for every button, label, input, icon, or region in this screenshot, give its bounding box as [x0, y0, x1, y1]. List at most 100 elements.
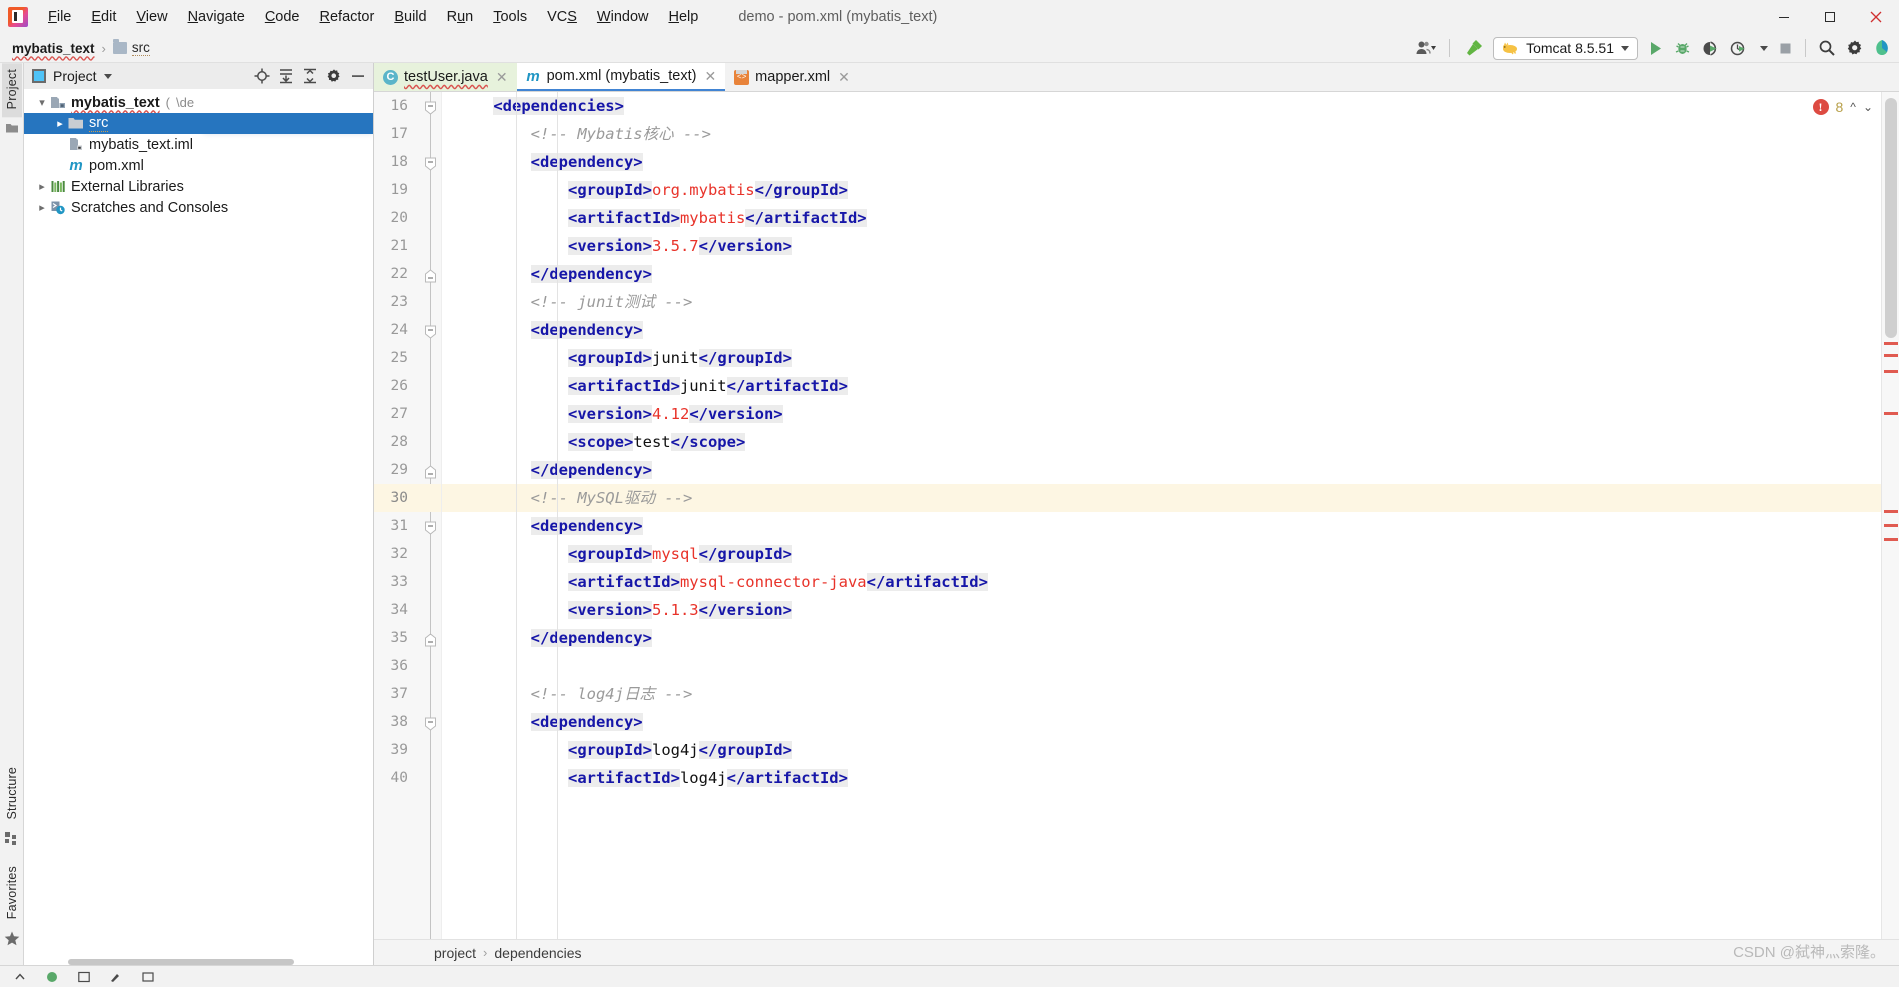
chevron-right-icon[interactable]: ▸	[34, 180, 50, 193]
status-bar-item-1[interactable]	[4, 971, 36, 983]
fold-collapse-icon[interactable]	[424, 324, 437, 337]
fold-region-end-icon[interactable]	[424, 268, 437, 281]
editor-gutter[interactable]: 1617181920212223242526272829303132333435…	[374, 92, 442, 939]
dropdown-button[interactable]	[1755, 35, 1773, 61]
avatar[interactable]	[1869, 35, 1895, 61]
run-button[interactable]	[1642, 35, 1669, 61]
menu-run[interactable]: Run	[437, 5, 484, 29]
gutter-row[interactable]: 28	[374, 428, 441, 456]
code-editor[interactable]: <dependencies> <!-- Mybatis核心 --> <depen…	[442, 92, 1899, 939]
code-line[interactable]: <artifactId>log4j</artifactId>	[442, 764, 1899, 792]
maximize-button[interactable]	[1807, 0, 1853, 34]
breadcrumb-item-project[interactable]: project	[434, 945, 476, 961]
gutter-row[interactable]: 25	[374, 344, 441, 372]
stop-button[interactable]	[1773, 35, 1798, 61]
menu-tools[interactable]: Tools	[483, 5, 537, 29]
inspection-status-panel[interactable]: ! 8 ^ ⌄	[1803, 97, 1882, 117]
gutter-row[interactable]: 26	[374, 372, 441, 400]
code-line[interactable]: <groupId>org.mybatis</groupId>	[442, 176, 1899, 204]
code-line[interactable]: <dependency>	[442, 708, 1899, 736]
gutter-row[interactable]: 40	[374, 764, 441, 792]
fold-collapse-icon[interactable]	[424, 716, 437, 729]
menu-code[interactable]: Code	[255, 5, 310, 29]
code-line[interactable]: <artifactId>mysql-connector-java</artifa…	[442, 568, 1899, 596]
hide-panel-button[interactable]	[347, 65, 369, 87]
menu-help[interactable]: Help	[658, 5, 708, 29]
project-view-chevron-down-icon[interactable]	[97, 65, 119, 87]
status-bar-item-5[interactable]	[132, 971, 164, 983]
chevron-up-icon[interactable]: ^	[1850, 100, 1856, 114]
code-line[interactable]: </dependency>	[442, 456, 1899, 484]
gutter-row[interactable]: 22	[374, 260, 441, 288]
gutter-row[interactable]: 21	[374, 232, 441, 260]
gutter-row[interactable]: 24	[374, 316, 441, 344]
debug-button[interactable]	[1669, 35, 1696, 61]
code-line[interactable]: <scope>test</scope>	[442, 428, 1899, 456]
gutter-row[interactable]: 38	[374, 708, 441, 736]
close-icon[interactable]: ✕	[838, 69, 850, 86]
gutter-row[interactable]: 37	[374, 680, 441, 708]
code-line[interactable]: <!-- Mybatis核心 -->	[442, 120, 1899, 148]
editor-tab-mapper-xml[interactable]: mapper.xml ✕	[725, 63, 859, 91]
tree-node-iml-file[interactable]: mybatis_text.iml	[24, 134, 373, 155]
breadcrumb-item-dependencies[interactable]: dependencies	[494, 945, 581, 961]
collapse-all-button[interactable]	[299, 65, 321, 87]
close-icon[interactable]: ✕	[704, 68, 716, 85]
tree-node-external-libraries[interactable]: ▸ External Libraries	[24, 176, 373, 197]
status-bar-item-4[interactable]	[100, 971, 132, 983]
search-everywhere-button[interactable]	[1813, 35, 1841, 61]
chevron-down-icon[interactable]: ▾	[34, 96, 50, 109]
settings-button[interactable]	[1841, 35, 1869, 61]
status-bar-item-2[interactable]	[36, 971, 68, 983]
menu-navigate[interactable]: Navigate	[178, 5, 255, 29]
code-line[interactable]: <artifactId>mybatis</artifactId>	[442, 204, 1899, 232]
code-line[interactable]	[442, 652, 1899, 680]
close-icon[interactable]: ✕	[496, 69, 508, 86]
menu-edit[interactable]: Edit	[81, 5, 126, 29]
chevron-down-icon[interactable]: ⌄	[1863, 100, 1873, 114]
code-line[interactable]: </dependency>	[442, 260, 1899, 288]
editor-tab-pom-xml[interactable]: m pom.xml (mybatis_text) ✕	[517, 63, 726, 91]
close-button[interactable]	[1853, 0, 1899, 34]
gutter-row[interactable]: 30	[374, 484, 441, 512]
expand-all-button[interactable]	[275, 65, 297, 87]
tree-node-pom-xml[interactable]: m pom.xml	[24, 155, 373, 176]
project-tree[interactable]: ▾ mybatis_text ( \de ▸	[24, 89, 373, 965]
project-settings-button[interactable]	[323, 65, 345, 87]
editor-tab-testuser-java[interactable]: C testUser.java ✕	[374, 63, 517, 91]
code-line[interactable]: <version>5.1.3</version>	[442, 596, 1899, 624]
gutter-row[interactable]: 39	[374, 736, 441, 764]
breadcrumb-src[interactable]: src	[110, 40, 153, 56]
code-line[interactable]: <groupId>junit</groupId>	[442, 344, 1899, 372]
status-bar-item-3[interactable]	[68, 971, 100, 983]
code-line[interactable]: <dependencies>	[442, 92, 1899, 120]
tree-node-mybatis-text[interactable]: ▾ mybatis_text ( \de	[24, 92, 373, 113]
menu-vcs[interactable]: VCS	[537, 5, 587, 29]
gutter-row[interactable]: 34	[374, 596, 441, 624]
gutter-row[interactable]: 27	[374, 400, 441, 428]
error-stripe-marker-bar[interactable]	[1881, 92, 1899, 939]
code-line[interactable]: <groupId>mysql</groupId>	[442, 540, 1899, 568]
code-line[interactable]: <version>3.5.7</version>	[442, 232, 1899, 260]
fold-region-end-icon[interactable]	[424, 464, 437, 477]
run-with-coverage-button[interactable]	[1696, 35, 1725, 61]
menu-refactor[interactable]: Refactor	[310, 5, 385, 29]
fold-region-end-icon[interactable]	[424, 632, 437, 645]
code-line[interactable]: <dependency>	[442, 148, 1899, 176]
user-account-button[interactable]	[1410, 35, 1442, 61]
locate-in-tree-button[interactable]	[251, 65, 273, 87]
project-panel-horizontal-scrollbar[interactable]	[24, 957, 324, 965]
run-configuration-selector[interactable]: Tomcat 8.5.51	[1493, 37, 1638, 60]
tree-node-src[interactable]: ▸ src	[24, 113, 373, 134]
gutter-row[interactable]: 20	[374, 204, 441, 232]
fold-collapse-icon[interactable]	[424, 156, 437, 169]
gutter-row[interactable]: 29	[374, 456, 441, 484]
menu-window[interactable]: Window	[587, 5, 659, 29]
code-line[interactable]: <groupId>log4j</groupId>	[442, 736, 1899, 764]
tree-node-scratches-and-consoles[interactable]: ▸ Scratches and Consoles	[24, 197, 373, 218]
menu-view[interactable]: View	[126, 5, 177, 29]
code-line[interactable]: <dependency>	[442, 512, 1899, 540]
code-line[interactable]: <artifactId>junit</artifactId>	[442, 372, 1899, 400]
code-line[interactable]: <!-- MySQL驱动 -->	[442, 484, 1899, 512]
code-line[interactable]: <!-- junit测试 -->	[442, 288, 1899, 316]
